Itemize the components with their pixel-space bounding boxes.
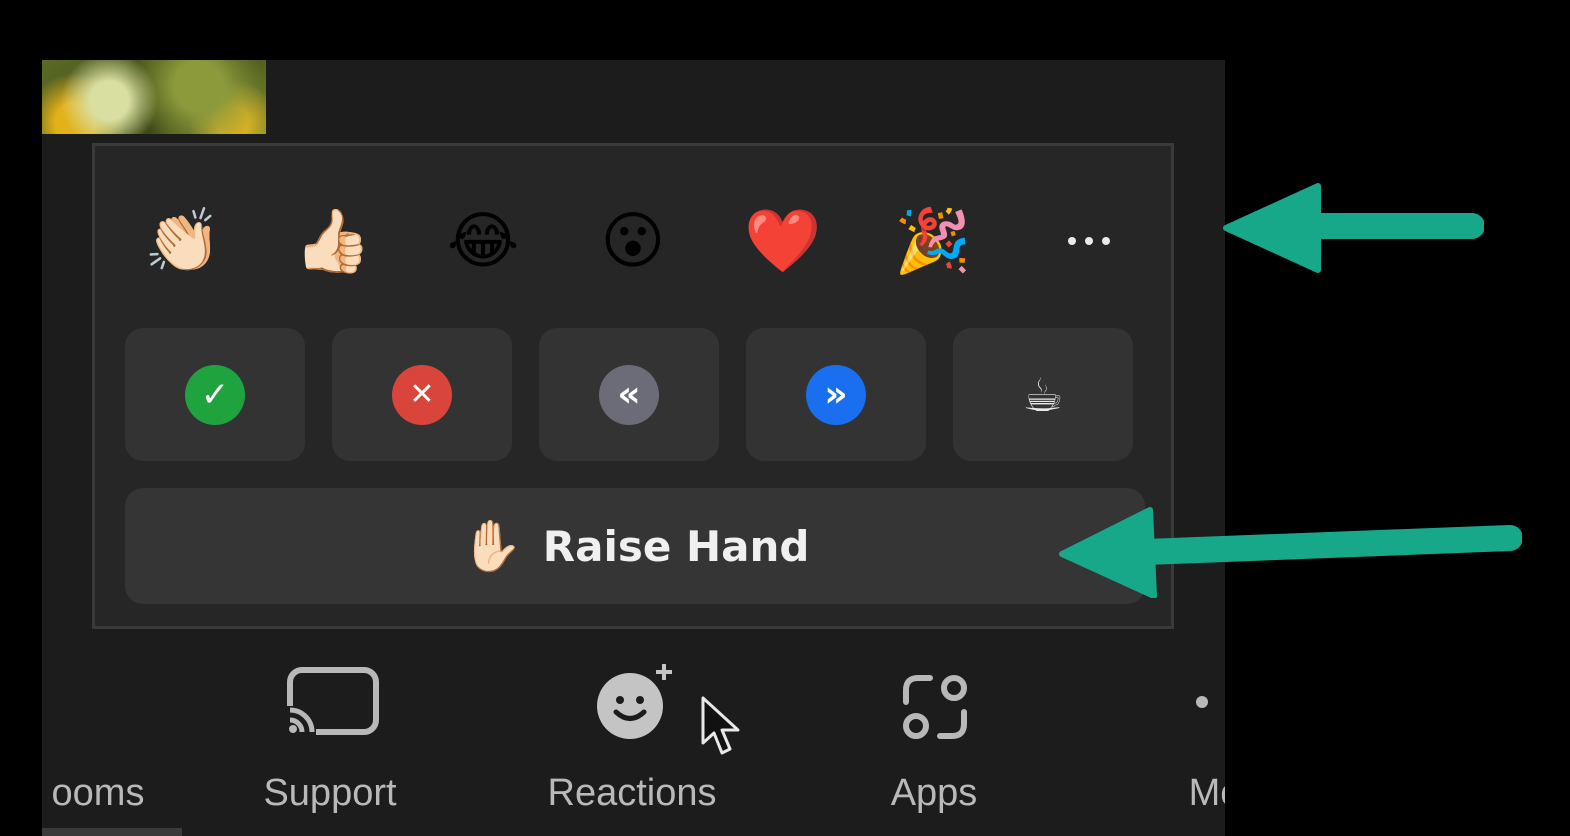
toolbar-item-support[interactable]: Support (230, 660, 430, 830)
toolbar-label-reactions: Reactions (547, 772, 717, 814)
toolbar-item-apps[interactable]: Apps (834, 660, 1034, 830)
reactions-panel: 👏🏻 👍🏻 😂 😮 ❤️ 🎉 ✓ ✕ « » ☕ ✋🏻 Raise Hand (92, 143, 1174, 629)
yes-button[interactable]: ✓ (125, 328, 305, 461)
toolbar-label-apps: Apps (890, 772, 978, 814)
raise-hand-label: Raise Hand (542, 521, 810, 571)
red-heart-emoji-button[interactable]: ❤️ (735, 196, 831, 286)
toolbar-label-rooms: ooms (51, 772, 145, 814)
speed-up-button[interactable]: » (746, 328, 926, 461)
toolbar-item-more[interactable]: Mo (1150, 660, 1225, 830)
tears-of-joy-emoji-button[interactable]: 😂 (435, 196, 531, 286)
slow-down-icon: « (599, 364, 659, 425)
clapping-hands-emoji-button[interactable]: 👏🏻 (135, 196, 231, 286)
coffee-break-button[interactable]: ☕ (953, 328, 1133, 461)
annotation-arrow-bottom (1059, 507, 1522, 598)
window-bottom-edge (42, 828, 182, 836)
apps-icon (903, 675, 967, 739)
emoji-reactions-row: 👏🏻 👍🏻 😂 😮 ❤️ 🎉 (95, 196, 1171, 286)
raised-hand-icon: ✋🏻 (460, 516, 523, 575)
thumbs-up-emoji-button[interactable]: 👍🏻 (285, 196, 381, 286)
checkmark-icon: ✓ (185, 364, 245, 425)
more-dots-icon (1196, 696, 1208, 708)
x-mark-icon: ✕ (392, 364, 452, 425)
toolbar-label-more: Mo (1188, 772, 1225, 814)
cast-screen-icon (286, 667, 379, 736)
party-popper-emoji-button[interactable]: 🎉 (885, 196, 981, 286)
raise-hand-button[interactable]: ✋🏻 Raise Hand (125, 488, 1145, 604)
no-button[interactable]: ✕ (332, 328, 512, 461)
slow-down-button[interactable]: « (539, 328, 719, 461)
open-mouth-emoji-button[interactable]: 😮 (585, 196, 681, 286)
coffee-icon: ☕ (1022, 367, 1064, 422)
toolbar-label-support: Support (263, 772, 397, 814)
more-ellipsis-icon[interactable] (1049, 196, 1129, 286)
annotation-arrow-top (1223, 183, 1484, 273)
toolbar-item-breakout-rooms[interactable]: ooms (0, 660, 200, 830)
participant-video-thumbnail[interactable] (42, 60, 266, 134)
mouse-cursor-icon (701, 696, 740, 755)
speed-up-icon: » (806, 364, 866, 425)
smiley-plus-icon (597, 662, 676, 739)
